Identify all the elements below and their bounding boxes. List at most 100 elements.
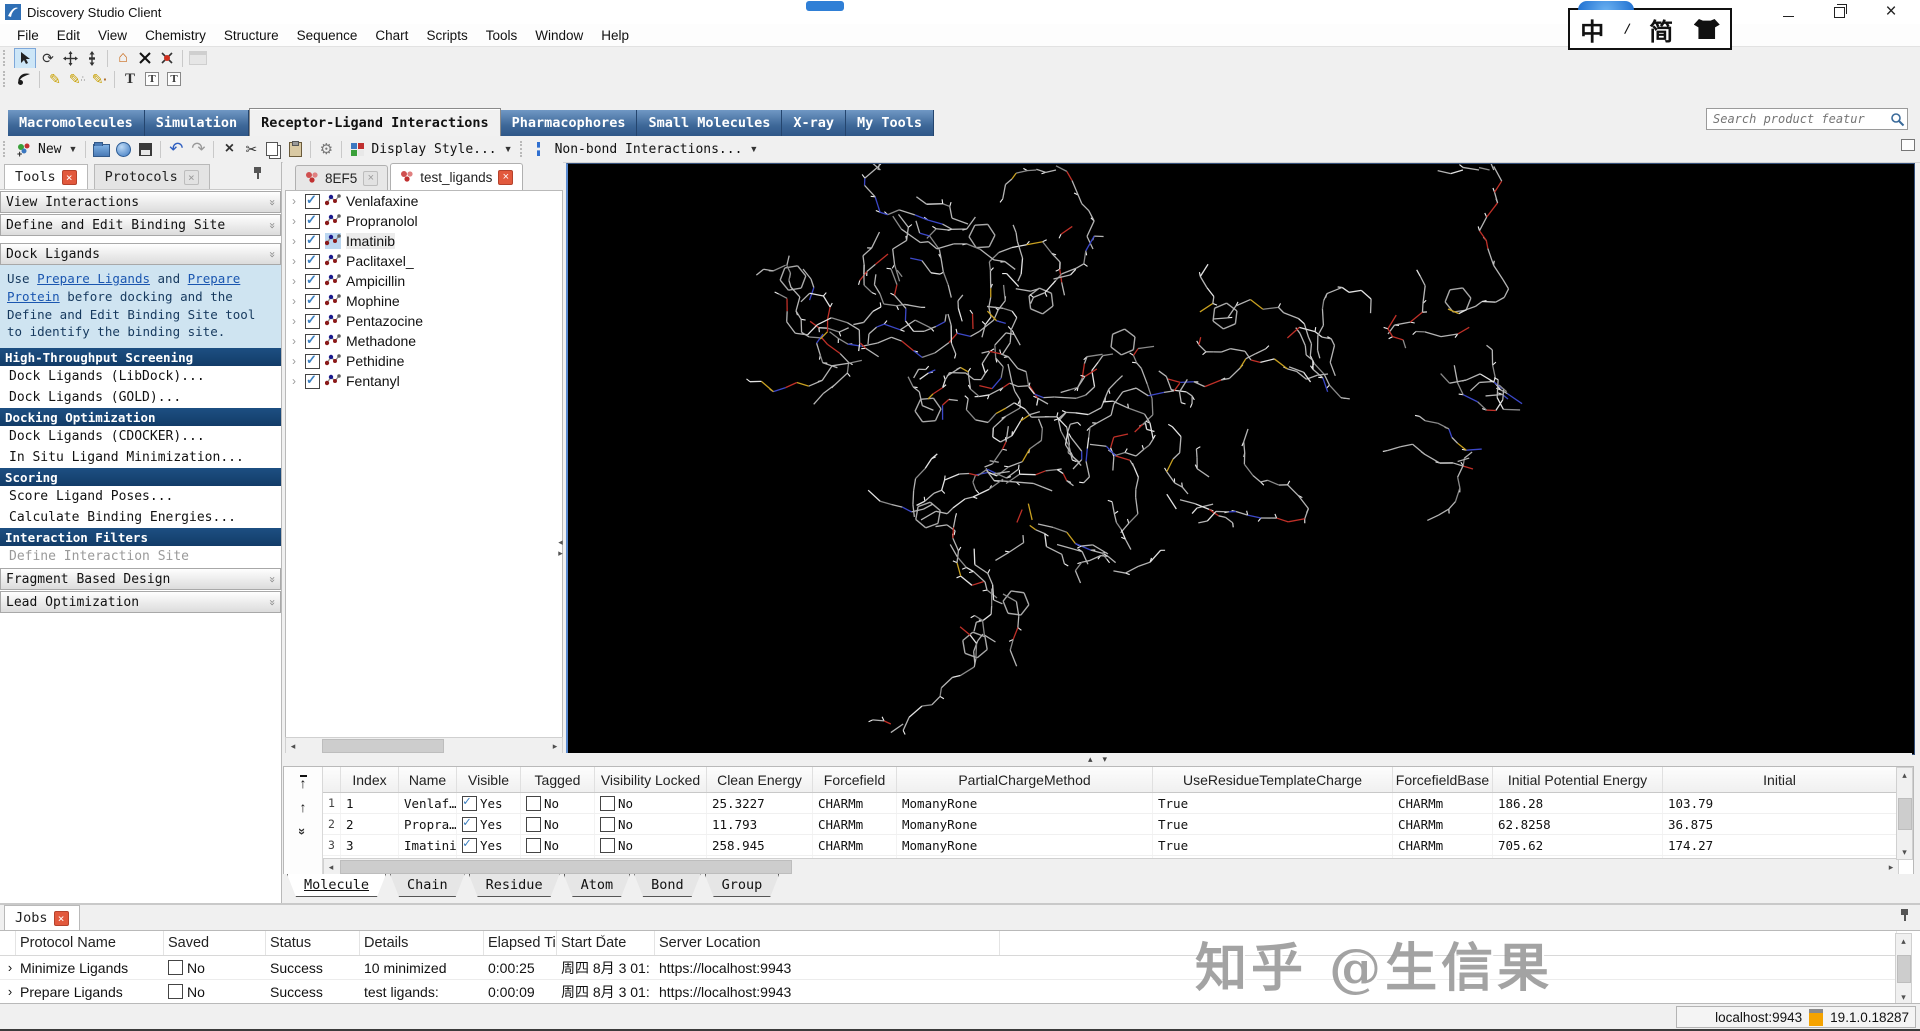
close-icon[interactable]: ×	[183, 169, 199, 185]
tool-item-dock-ligands-libdock-[interactable]: Dock Ligands (LibDock)...	[0, 366, 281, 387]
visibility-checkbox[interactable]	[305, 292, 320, 309]
scroll-right-icon[interactable]: ▸	[1884, 860, 1898, 874]
tree-expand-icon[interactable]: ›	[292, 314, 300, 328]
tool-item-calculate-binding-energies-[interactable]: Calculate Binding Energies...	[0, 507, 281, 528]
ribbon-tab-simulation[interactable]: Simulation	[144, 110, 250, 136]
table-splitter[interactable]: ▴ ▾	[283, 753, 1912, 766]
undo-button[interactable]: ↶	[166, 139, 186, 159]
chevron-expand-icon[interactable]: »	[266, 599, 279, 606]
tree-expand-icon[interactable]: ›	[292, 294, 300, 308]
display-style-caret[interactable]: ▼	[504, 144, 513, 154]
menu-item-window[interactable]: Window	[526, 26, 592, 45]
undock-icon[interactable]	[1901, 139, 1915, 151]
table-row[interactable]: 11 Venlaf… Yes No No 25.3227 CHARMm MomanyRone T…	[323, 793, 1897, 814]
menu-item-view[interactable]: View	[89, 26, 136, 45]
cut-button[interactable]: ✂	[241, 140, 261, 159]
visibility-checkbox[interactable]	[305, 212, 320, 229]
job-row[interactable]: › Prepare Ligands No Success test ligands: 0:…	[0, 980, 1897, 1004]
visibility-checkbox[interactable]	[305, 232, 320, 249]
text-box-tool-button[interactable]: T	[142, 70, 162, 89]
nonbond-caret[interactable]: ▼	[749, 144, 758, 154]
chevron-expand-icon[interactable]: »	[266, 199, 279, 206]
scroll-down-icon[interactable]: ▾	[1898, 845, 1912, 859]
vis_locked-checkbox[interactable]	[600, 816, 615, 832]
ligand-row-ampicillin[interactable]: › Ampicillin	[286, 271, 562, 291]
saved-checkbox[interactable]	[168, 984, 183, 999]
visibility-checkbox[interactable]	[305, 272, 320, 289]
tool-group-define-and-edit-binding-site[interactable]: Define and Edit Binding Site »	[0, 214, 281, 236]
ime-toolbar[interactable]: 中 / 简	[1568, 1, 1732, 50]
level-tab-group[interactable]: Group	[705, 874, 780, 897]
chevron-expand-icon[interactable]: »	[266, 576, 279, 583]
ligand-row-mophine[interactable]: › Mophine	[286, 291, 562, 311]
column-header-visible[interactable]: Visible	[457, 767, 521, 792]
toolbar-grip[interactable]	[3, 141, 10, 157]
vis_locked-checkbox[interactable]	[600, 837, 615, 853]
pencil-eraser-tool-button[interactable]: ✎ ▪	[89, 70, 109, 89]
document-tab-test_ligands[interactable]: test_ligands ×	[390, 163, 524, 190]
menu-item-sequence[interactable]: Sequence	[288, 26, 367, 45]
new-molecule-icon[interactable]: +	[14, 140, 34, 159]
column-header-tagged[interactable]: Tagged	[521, 767, 595, 792]
visible-checkbox[interactable]	[462, 794, 477, 811]
scroll-left-icon[interactable]: ◂	[324, 860, 338, 874]
table-row[interactable]: 22 Propra… Yes No No 11.793 CHARMm MomanyRone Tr…	[323, 814, 1897, 835]
jobs-column-header-elapsed-time[interactable]: Elapsed Time	[484, 931, 557, 955]
measure-tool-button[interactable]	[188, 49, 208, 68]
table-row[interactable]: 33 Imatinib Yes No No 258.945 CHARMm MomanyRone…	[323, 835, 1897, 856]
tree-expand-icon[interactable]: ›	[292, 274, 300, 288]
ligand-row-imatinib[interactable]: › Imatinib	[286, 231, 562, 251]
jobs-column-header-details[interactable]: Details	[360, 931, 484, 955]
delete-button[interactable]: ×	[219, 140, 239, 159]
jobs-column-header-protocol-name[interactable]: Protocol Name	[16, 931, 164, 955]
saved-checkbox[interactable]	[168, 960, 183, 975]
jobs-vertical-scrollbar[interactable]: ▴ ▾	[1895, 933, 1912, 1005]
ligand-row-fentanyl[interactable]: › Fentanyl	[286, 371, 562, 391]
tree-expand-icon[interactable]: ›	[292, 234, 300, 248]
menu-item-chart[interactable]: Chart	[366, 26, 417, 45]
menu-item-structure[interactable]: Structure	[215, 26, 288, 45]
column-header-name[interactable]: Name	[399, 767, 457, 792]
scroll-down-icon[interactable]: ▾	[1897, 990, 1911, 1004]
options-gear-button[interactable]: ⚙	[316, 140, 336, 159]
scrollbar-thumb[interactable]	[340, 860, 792, 874]
visible-checkbox[interactable]	[462, 836, 477, 853]
center-selection-button[interactable]	[157, 49, 177, 68]
scrollbar-thumb[interactable]	[322, 739, 444, 753]
tab-jobs[interactable]: Jobs ×	[4, 905, 80, 930]
nonbond-button[interactable]: Non-bond Interactions...	[555, 142, 743, 157]
nonbond-icon[interactable]	[531, 140, 551, 159]
tree-expand-icon[interactable]: ›	[292, 334, 300, 348]
ime-skin-icon[interactable]	[1693, 19, 1720, 39]
tool-group-lead-optimization[interactable]: Lead Optimization »	[0, 591, 281, 613]
ligand-row-paclitaxel-[interactable]: › Paclitaxel_	[286, 251, 562, 271]
scroll-left-icon[interactable]: ◂	[286, 739, 300, 753]
minimize-button[interactable]	[1783, 8, 1794, 17]
scrollbar-thumb[interactable]	[1897, 797, 1912, 830]
chevron-expand-icon[interactable]: »	[266, 222, 279, 229]
menu-item-help[interactable]: Help	[592, 26, 638, 45]
column-header-index[interactable]: Index	[341, 767, 399, 792]
tool-group-dock-ligands[interactable]: Dock Ligands »	[0, 243, 281, 265]
visibility-checkbox[interactable]	[305, 312, 320, 329]
search-input[interactable]	[1707, 112, 1890, 126]
save-button[interactable]	[135, 140, 155, 159]
pencil-tool-button[interactable]: ✎	[45, 70, 65, 89]
ribbon-tab-my-tools[interactable]: My Tools	[846, 110, 935, 136]
display-style-icon[interactable]	[347, 140, 367, 159]
ligand-row-propranolol[interactable]: › Propranolol	[286, 211, 562, 231]
ribbon-tab-x-ray[interactable]: X-ray	[782, 110, 847, 136]
job-expand-icon[interactable]: ›	[0, 980, 16, 1003]
jobs-column-header-server-location[interactable]: Server Location	[655, 931, 1000, 955]
molecule-3d-viewer[interactable]	[566, 156, 1915, 755]
tagged-checkbox[interactable]	[526, 816, 541, 832]
level-tab-atom[interactable]: Atom	[564, 874, 631, 897]
scrollbar-thumb[interactable]	[1896, 955, 1911, 983]
tool-item-dock-ligands-cdocker-[interactable]: Dock Ligands (CDOCKER)...	[0, 426, 281, 447]
toolbar-grip[interactable]	[3, 50, 10, 66]
rotate-tool-button[interactable]: ⟳	[38, 49, 58, 68]
spotlight-tool-button[interactable]	[14, 70, 34, 89]
tree-expand-icon[interactable]: ›	[292, 354, 300, 368]
close-icon[interactable]: ×	[363, 170, 379, 186]
text-tool-button[interactable]: T	[120, 70, 140, 89]
